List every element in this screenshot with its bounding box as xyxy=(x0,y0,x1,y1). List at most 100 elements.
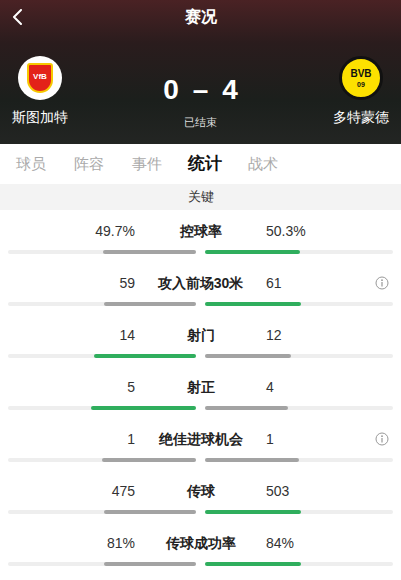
stat-values: 1绝佳进球机会1 xyxy=(0,429,401,449)
stat-values: 14射门12 xyxy=(0,325,401,345)
stat-bar-color xyxy=(104,510,196,514)
stat-bars xyxy=(0,302,401,306)
stat-label: 传球成功率 xyxy=(135,533,266,553)
stat-bar-color xyxy=(103,250,196,254)
stat-bar-color xyxy=(205,562,301,566)
stat-bar-color xyxy=(94,354,196,358)
info-slot xyxy=(375,276,389,290)
info-icon[interactable] xyxy=(375,276,389,290)
stat-bar-fill xyxy=(205,510,301,514)
team-name: 斯图加特 xyxy=(12,108,68,126)
stat-bar-track xyxy=(8,562,196,566)
tab[interactable]: 阵容 xyxy=(60,144,118,184)
stat-label: 控球率 xyxy=(135,221,266,241)
stat-bar-track xyxy=(8,354,196,358)
tab[interactable]: 事件 xyxy=(118,144,176,184)
stat-bar-fill xyxy=(102,458,196,462)
stat-bar-color xyxy=(205,302,301,306)
away-value: 50.3% xyxy=(266,221,306,241)
stat-bar-track xyxy=(205,250,393,254)
home-value: 81% xyxy=(0,533,135,553)
away-cell: 503 xyxy=(266,481,401,501)
away-cell: 12 xyxy=(266,325,401,345)
away-cell: 61 xyxy=(266,273,401,293)
tab[interactable]: 战术 xyxy=(234,144,292,184)
stat-bar-track xyxy=(8,302,196,306)
home-value: 5 xyxy=(0,377,135,397)
stat-bar-fill xyxy=(205,354,291,358)
stat-row: 475传球503 xyxy=(0,470,401,522)
stat-row: 81%传球成功率84% xyxy=(0,522,401,574)
stat-values: 49.7%控球率50.3% xyxy=(0,221,401,241)
stat-bars xyxy=(0,406,401,410)
stat-bar-track xyxy=(205,406,393,410)
score-separator: – xyxy=(193,73,209,107)
home-value: 475 xyxy=(0,481,135,501)
stat-row: 49.7%控球率50.3% xyxy=(0,210,401,262)
stat-bar-fill xyxy=(104,302,196,306)
match-status: 已结束 xyxy=(184,114,217,130)
score: 0–4 xyxy=(163,73,238,107)
logo-year: 09 xyxy=(357,81,365,88)
info-slot xyxy=(375,328,389,342)
info-slot xyxy=(375,380,389,394)
stat-label: 绝佳进球机会 xyxy=(135,429,266,449)
stat-bar-color xyxy=(205,510,301,514)
stat-bar-track xyxy=(8,406,196,410)
dortmund-logo-icon: BVB 09 xyxy=(339,56,383,100)
away-value: 12 xyxy=(266,325,282,345)
stat-bar-color xyxy=(205,458,299,462)
stat-bars xyxy=(0,510,401,514)
tab[interactable]: 球员 xyxy=(2,144,60,184)
stat-bar-color xyxy=(205,354,291,358)
away-value: 4 xyxy=(266,377,274,397)
stat-bar-track xyxy=(205,510,393,514)
stat-bar-fill xyxy=(205,250,300,254)
info-slot xyxy=(375,536,389,550)
stat-bars xyxy=(0,458,401,462)
logo-shield: VfB xyxy=(27,63,53,93)
stat-row: 59攻入前场30米61 xyxy=(0,262,401,314)
away-cell: 4 xyxy=(266,377,401,397)
team-name: 多特蒙德 xyxy=(333,108,389,126)
away-score: 4 xyxy=(222,73,238,107)
away-value: 84% xyxy=(266,533,294,553)
away-cell: 50.3% xyxy=(266,221,401,241)
info-icon[interactable] xyxy=(375,432,389,446)
back-icon[interactable] xyxy=(10,9,26,25)
stat-bar-fill xyxy=(205,406,288,410)
stat-bar-fill xyxy=(104,510,196,514)
stat-bar-color xyxy=(104,302,196,306)
stat-label: 攻入前场30米 xyxy=(135,273,266,293)
stat-bar-fill xyxy=(94,354,196,358)
logo-text: BVB xyxy=(350,69,371,79)
stat-bar-color xyxy=(205,250,300,254)
section-header: 关键 xyxy=(0,184,401,210)
stat-bar-color xyxy=(102,458,196,462)
stat-row: 1绝佳进球机会1 xyxy=(0,418,401,470)
away-team[interactable]: BVB 09 多特蒙德 xyxy=(321,56,401,126)
stat-label: 射正 xyxy=(135,377,266,397)
stat-bar-fill xyxy=(205,458,299,462)
stat-bar-track xyxy=(205,562,393,566)
stat-values: 81%传球成功率84% xyxy=(0,533,401,553)
stat-bar-track xyxy=(8,458,196,462)
info-slot xyxy=(375,432,389,446)
stat-values: 5射正4 xyxy=(0,377,401,397)
stat-bar-track xyxy=(205,302,393,306)
stat-bar-color xyxy=(205,406,288,410)
away-cell: 84% xyxy=(266,533,401,553)
stat-row: 5射正4 xyxy=(0,366,401,418)
away-cell: 1 xyxy=(266,429,401,449)
away-value: 503 xyxy=(266,481,289,501)
stat-bar-track xyxy=(205,354,393,358)
home-team[interactable]: VfB 斯图加特 xyxy=(0,56,80,126)
team-row: VfB 斯图加特 0–4 已结束 BVB 09 多特蒙德 xyxy=(0,56,401,130)
tab[interactable]: 统计 xyxy=(176,144,234,184)
stat-label: 传球 xyxy=(135,481,266,501)
stat-bar-color xyxy=(104,562,196,566)
stat-bar-fill xyxy=(205,562,301,566)
stat-label: 射门 xyxy=(135,325,266,345)
stat-bars xyxy=(0,354,401,358)
page-title: 赛况 xyxy=(0,0,401,34)
